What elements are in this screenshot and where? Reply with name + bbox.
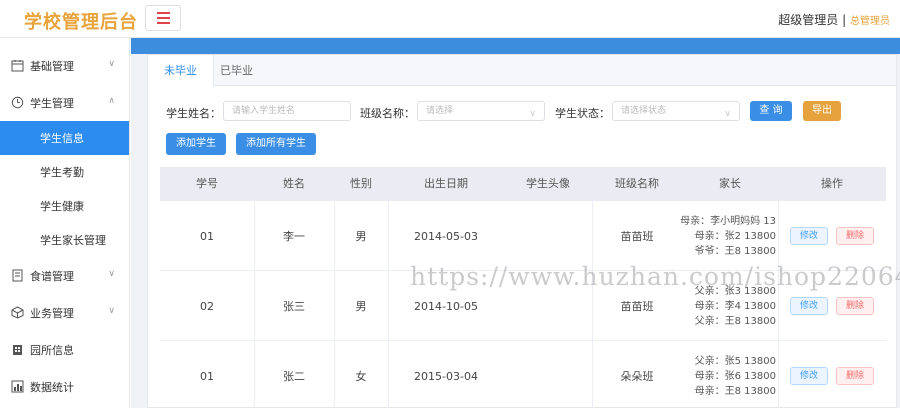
student-id: 01 xyxy=(200,229,214,243)
edit-button[interactable]: 修改 xyxy=(790,297,828,315)
student-name: 李一 xyxy=(283,230,305,243)
app-logo: 学校管理后台 xyxy=(24,12,138,33)
student-name-input[interactable]: 请输入学生姓名 xyxy=(223,101,351,121)
table-row: 01 张二 女 2015-03-04 朵朵班 父亲：张5 13800 母亲：张6… xyxy=(160,341,886,408)
user-separator: | xyxy=(842,13,847,27)
user-role: 总管理员 xyxy=(850,16,890,27)
edit-button[interactable]: 修改 xyxy=(790,367,828,385)
sidebar-item-label: 食谱管理 xyxy=(30,269,74,283)
sidebar-item-label: 数据统计 xyxy=(30,380,74,394)
chevron-down-icon: ∨ xyxy=(108,306,115,316)
sidebar-item-label: 业务管理 xyxy=(30,306,74,320)
user-info[interactable]: 超级管理员 | 总管理员 xyxy=(778,11,890,28)
row-actions: 修改 删除 xyxy=(778,341,886,408)
class-name-label: 班级名称： xyxy=(360,107,415,120)
building-icon xyxy=(10,343,24,357)
sidebar-item-label: 园所信息 xyxy=(30,343,74,357)
query-button[interactable]: 查 询 xyxy=(750,101,792,121)
delete-button[interactable]: 删除 xyxy=(836,367,874,385)
column-header: 出生日期 xyxy=(424,177,468,190)
class-select[interactable]: 请选择 ∨ xyxy=(417,101,545,121)
chart-icon xyxy=(10,380,24,394)
chevron-down-icon: ∨ xyxy=(108,269,115,279)
column-header: 家长 xyxy=(719,177,741,190)
student-name: 张二 xyxy=(283,370,305,383)
column-header: 操作 xyxy=(821,177,843,190)
sidebar-subitem-health[interactable]: 学生健康 xyxy=(0,189,129,223)
delete-button[interactable]: 删除 xyxy=(836,297,874,315)
chevron-down-icon: ∨ xyxy=(724,109,731,119)
sidebar-item-school-info[interactable]: 园所信息 xyxy=(0,331,129,368)
student-gender: 女 xyxy=(355,370,367,383)
sidebar-item-business[interactable]: 业务管理 ∨ xyxy=(0,294,129,331)
student-gender: 男 xyxy=(355,230,367,243)
student-birth-date: 2014-05-03 xyxy=(414,229,478,243)
sidebar-item-recipes[interactable]: 食谱管理 ∨ xyxy=(0,257,129,294)
status-select[interactable]: 请选择状态 ∨ xyxy=(612,101,740,121)
column-header: 学号 xyxy=(196,177,218,190)
sidebar-item-statistics[interactable]: 数据统计 xyxy=(0,368,129,405)
edit-button[interactable]: 修改 xyxy=(790,227,828,245)
chevron-up-icon: ∧ xyxy=(108,96,115,106)
export-button[interactable]: 导出 xyxy=(803,101,841,121)
document-icon xyxy=(10,269,24,283)
tab-graduated[interactable]: 已毕业 xyxy=(204,55,269,86)
add-all-students-button[interactable]: 添加所有学生 xyxy=(236,133,316,155)
student-parents: 父亲：张5 13800 母亲：张6 13800 母亲：王8 13800 xyxy=(694,355,776,397)
sidebar-subitem-student-info[interactable]: 学生信息 xyxy=(0,121,129,155)
student-gender: 男 xyxy=(355,300,367,313)
sidebar-item-label: 基础管理 xyxy=(30,59,74,73)
sidebar-item-students[interactable]: 学生管理 ∧ xyxy=(0,84,129,121)
menu-toggle-button[interactable] xyxy=(145,5,181,31)
tab-bar: 未毕业 已毕业 xyxy=(148,55,896,87)
sidebar: 基础管理 ∨ 学生管理 ∧ 学生信息 学生考勤 学生健康 学生家长管理 食谱管理… xyxy=(0,38,130,408)
student-name-label: 学生姓名： xyxy=(166,107,221,120)
chevron-down-icon: ∨ xyxy=(529,109,536,119)
student-status-label: 学生状态： xyxy=(555,107,610,120)
chevron-down-icon: ∨ xyxy=(108,59,115,69)
student-id: 01 xyxy=(200,369,214,383)
calendar-icon xyxy=(10,59,24,73)
clock-icon xyxy=(10,96,24,110)
add-student-button[interactable]: 添加学生 xyxy=(166,133,226,155)
sidebar-subitem-parents[interactable]: 学生家长管理 xyxy=(0,223,129,257)
student-name: 张三 xyxy=(283,300,305,313)
column-header: 姓名 xyxy=(283,177,305,190)
column-header: 性别 xyxy=(350,177,372,190)
watermark: https://www.huzhan.com/ishop22064 xyxy=(410,262,900,291)
sidebar-item-label: 学生管理 xyxy=(30,96,74,110)
sidebar-subitem-attendance[interactable]: 学生考勤 xyxy=(0,155,129,189)
student-id: 02 xyxy=(200,299,214,313)
content-banner xyxy=(131,38,900,54)
sidebar-item-basic[interactable]: 基础管理 ∨ xyxy=(0,47,129,84)
column-header: 班级名称 xyxy=(615,177,659,190)
student-parents: 母亲：李小明妈妈 13 母亲：张2 13800 爷爷：王8 13800 xyxy=(680,215,776,257)
delete-button[interactable]: 删除 xyxy=(836,227,874,245)
student-birth-date: 2015-03-04 xyxy=(414,369,478,383)
table-row: 01 李一 男 2014-05-03 苗苗班 母亲：李小明妈妈 13 母亲：张2… xyxy=(160,201,886,271)
top-header: 学校管理后台 超级管理员 | 总管理员 xyxy=(0,0,900,38)
cube-icon xyxy=(10,306,24,320)
content-card: 未毕业 已毕业 学生姓名： 请输入学生姓名 班级名称： 请选择 ∨ 学生状态： … xyxy=(147,54,897,408)
table-header: 学号 姓名 性别 出生日期 学生头像 班级名称 家长 操作 xyxy=(160,167,886,201)
user-name: 超级管理员 xyxy=(778,13,839,27)
column-header: 学生头像 xyxy=(526,177,570,190)
row-actions: 修改 删除 xyxy=(778,201,886,271)
hamburger-icon xyxy=(156,12,170,14)
